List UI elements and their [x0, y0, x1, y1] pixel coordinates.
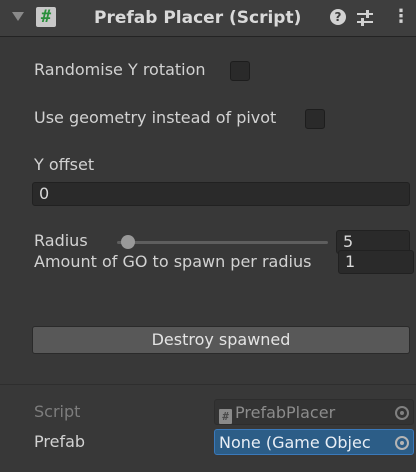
- randomise-y-rotation-label: Randomise Y rotation: [34, 60, 206, 79]
- prefab-label: Prefab: [34, 432, 86, 451]
- y-offset-label: Y offset: [34, 155, 95, 174]
- radius-label: Radius: [34, 231, 88, 250]
- section-divider: [0, 384, 416, 385]
- presets-icon[interactable]: [356, 9, 374, 27]
- use-geometry-checkbox[interactable]: [305, 109, 325, 129]
- foldout-arrow-icon[interactable]: [12, 12, 24, 21]
- help-icon[interactable]: ?: [330, 9, 346, 25]
- prefab-value: None (Game Objec: [219, 433, 371, 452]
- script-file-icon: #: [219, 409, 232, 424]
- use-geometry-label: Use geometry instead of pivot: [34, 108, 277, 127]
- destroy-spawned-button[interactable]: Destroy spawned: [32, 326, 410, 354]
- component-header[interactable]: # Prefab Placer (Script) ? ⋮: [0, 0, 416, 37]
- script-label: Script: [34, 402, 81, 421]
- script-reference-field: # PrefabPlacer: [214, 399, 414, 425]
- randomise-y-rotation-checkbox[interactable]: [230, 61, 250, 81]
- object-picker-icon[interactable]: [395, 436, 409, 450]
- script-icon: #: [36, 7, 56, 27]
- y-offset-input[interactable]: 0: [32, 182, 410, 206]
- component-title: Prefab Placer (Script): [94, 8, 302, 28]
- amount-input[interactable]: 1: [338, 250, 414, 274]
- script-reference-value: PrefabPlacer: [235, 403, 336, 422]
- amount-label: Amount of GO to spawn per radius: [34, 252, 312, 271]
- object-picker-icon: [395, 406, 409, 420]
- prefab-object-field[interactable]: None (Game Objec: [214, 429, 414, 455]
- radius-slider-thumb[interactable]: [120, 235, 135, 249]
- radius-slider-track[interactable]: [117, 241, 328, 244]
- context-menu-icon[interactable]: ⋮: [392, 6, 410, 28]
